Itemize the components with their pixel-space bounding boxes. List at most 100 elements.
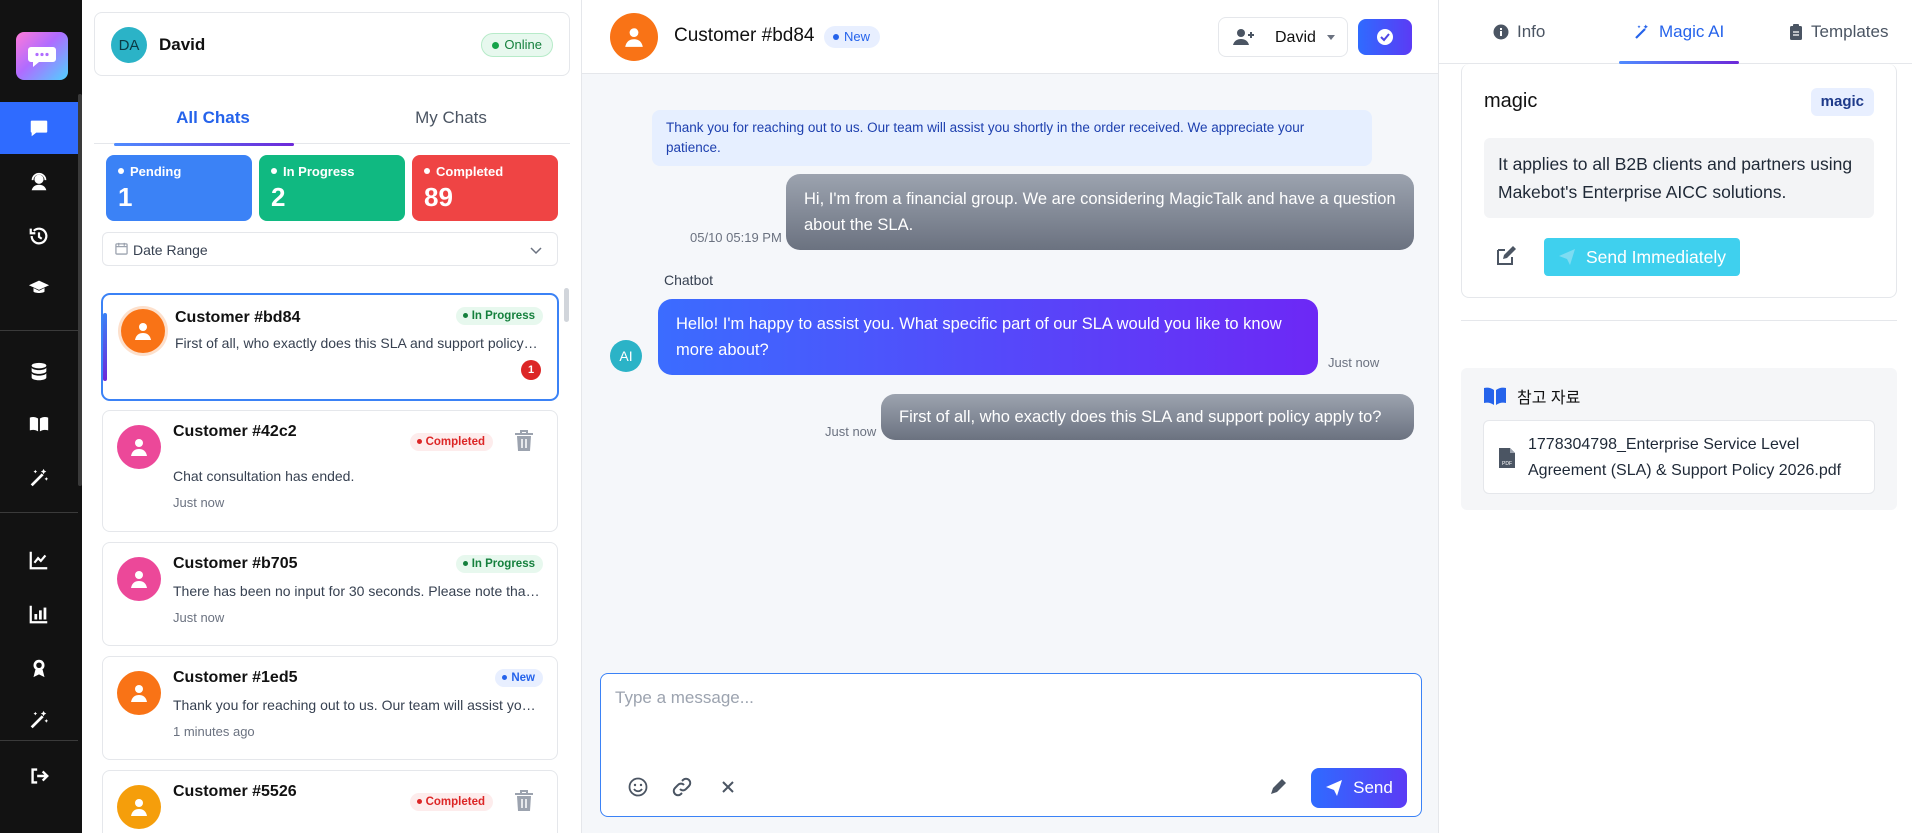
list-item[interactable]: Customer #42c2 Completed Chat consultati… — [102, 410, 558, 532]
chat-time: Just now — [173, 610, 225, 625]
magic-wand-icon — [1635, 24, 1648, 39]
rail-divider — [0, 512, 78, 513]
date-range-label: Date Range — [133, 242, 208, 258]
chat-name: Customer #b705 — [173, 555, 298, 572]
message-time: 05/10 05:19 PM — [690, 230, 782, 245]
chat-tabs: All Chats My Chats — [94, 92, 570, 146]
date-range-select[interactable]: Date Range — [102, 232, 558, 266]
status-badge: In Progress — [455, 307, 543, 325]
avatar — [117, 425, 161, 469]
chat-preview: Chat consultation has ended. — [173, 468, 355, 484]
add-user-icon — [1233, 29, 1254, 45]
chat-time: Just now — [173, 495, 225, 510]
list-item[interactable]: Customer #b705 In Progress There has bee… — [102, 542, 558, 646]
avatar — [117, 557, 161, 601]
rail-divider — [0, 740, 78, 741]
chat-preview: First of all, who exactly does this SLA … — [175, 335, 541, 351]
list-item[interactable]: Customer #5526 Completed — [102, 770, 558, 833]
chevron-down-icon — [530, 247, 542, 255]
tab-label: Magic AI — [1659, 22, 1725, 41]
trash-icon[interactable] — [513, 429, 535, 453]
app-logo-icon[interactable] — [16, 32, 68, 80]
chat-name: Customer #1ed5 — [173, 669, 298, 686]
edit-icon[interactable] — [1494, 244, 1518, 268]
chat-preview: There has been no input for 30 seconds. … — [173, 583, 541, 599]
status-badge: New — [495, 669, 543, 687]
avatar — [610, 13, 658, 61]
customer-message: Hi, I'm from a financial group. We are c… — [786, 174, 1414, 250]
link-icon[interactable] — [669, 774, 695, 800]
bar-chart-icon[interactable] — [0, 588, 78, 640]
status-badge[interactable]: Online — [481, 33, 553, 57]
assignee-name: David — [1275, 29, 1316, 46]
avatar[interactable]: DA — [111, 27, 147, 63]
close-icon[interactable] — [715, 774, 741, 800]
status-badge: In Progress — [455, 555, 543, 573]
complete-chat-button[interactable] — [1358, 19, 1412, 55]
send-immediately-button[interactable]: Send Immediately — [1544, 238, 1740, 276]
avatar — [117, 671, 161, 715]
conversation-panel: Customer #bd84 New David Thank you for r… — [582, 0, 1438, 833]
chat-preview: Thank you for reaching out to us. Our te… — [173, 697, 541, 713]
list-scrollbar[interactable] — [564, 288, 569, 322]
list-item[interactable]: Customer #1ed5 New Thank you for reachin… — [102, 656, 558, 760]
suggestion-title: magic — [1484, 90, 1538, 112]
line-chart-icon[interactable] — [0, 534, 78, 586]
user-icon — [131, 685, 147, 702]
suggestion-text[interactable]: It applies to all B2B clients and partne… — [1484, 138, 1874, 218]
tab-all-chats[interactable]: All Chats — [94, 92, 332, 146]
stat-value: 2 — [271, 182, 286, 212]
database-icon[interactable] — [0, 346, 78, 398]
list-item[interactable]: Customer #bd84 In Progress First of all,… — [102, 294, 558, 400]
status-badge: Completed — [409, 433, 493, 451]
stat-value: 1 — [118, 182, 133, 212]
bot-sender-label: Chatbot — [664, 272, 714, 288]
history-icon[interactable] — [0, 210, 78, 262]
tab-label: Info — [1517, 22, 1546, 41]
conversation-header: Customer #bd84 New David — [582, 0, 1438, 74]
tab-label: Templates — [1811, 22, 1889, 41]
reference-file[interactable]: PDF 1778304798_Enterprise Service Level … — [1483, 420, 1875, 494]
pencil-icon[interactable] — [1265, 774, 1291, 800]
stat-in-progress[interactable]: In Progress 2 — [259, 155, 405, 221]
references-section: 참고 자료 PDF 1778304798_Enterprise Service … — [1461, 368, 1897, 510]
caret-down-icon — [1327, 35, 1335, 40]
message-time: Just now — [825, 424, 877, 439]
reference-file-name: 1778304798_Enterprise Service Level Agre… — [1528, 436, 1842, 479]
send-button-label: Send — [1353, 778, 1393, 797]
agent-profile-card: DA David Online — [94, 12, 570, 76]
send-button[interactable]: Send — [1311, 768, 1407, 808]
stat-value: 89 — [424, 182, 453, 212]
message-input[interactable] — [615, 688, 1405, 748]
magic-wand-icon[interactable] — [0, 694, 78, 746]
agent-name: David — [159, 35, 206, 54]
stat-pending[interactable]: Pending 1 — [106, 155, 252, 221]
stat-label: Completed — [424, 164, 503, 179]
tab-templates[interactable]: Templates — [1789, 22, 1888, 42]
rail-divider — [0, 330, 78, 331]
assignee-select[interactable]: David — [1218, 17, 1348, 57]
tab-my-chats[interactable]: My Chats — [332, 92, 570, 144]
agent-support-icon[interactable] — [0, 156, 78, 208]
logout-icon[interactable] — [0, 750, 78, 802]
book-icon[interactable] — [0, 398, 78, 450]
emoji-icon[interactable] — [625, 774, 651, 800]
bot-avatar: AI — [610, 340, 642, 372]
tab-info[interactable]: Info — [1493, 22, 1545, 42]
stat-label: Pending — [118, 164, 181, 179]
tab-magic-ai[interactable]: Magic AI — [1633, 22, 1724, 42]
graduation-cap-icon[interactable] — [0, 262, 78, 314]
chat-name: Customer #5526 — [173, 783, 297, 800]
suggestion-tag: magic — [1810, 88, 1874, 116]
info-icon — [1493, 24, 1509, 40]
chat-icon[interactable] — [0, 102, 78, 154]
award-icon[interactable] — [0, 642, 78, 694]
magic-wand-icon[interactable] — [0, 452, 78, 504]
pdf-file-icon: PDF — [1499, 448, 1515, 468]
book-open-icon — [1484, 387, 1506, 405]
icon-rail — [0, 0, 82, 833]
divider — [1461, 320, 1897, 321]
trash-icon[interactable] — [513, 789, 535, 813]
message-composer: Send — [600, 673, 1422, 817]
stat-completed[interactable]: Completed 89 — [412, 155, 558, 221]
